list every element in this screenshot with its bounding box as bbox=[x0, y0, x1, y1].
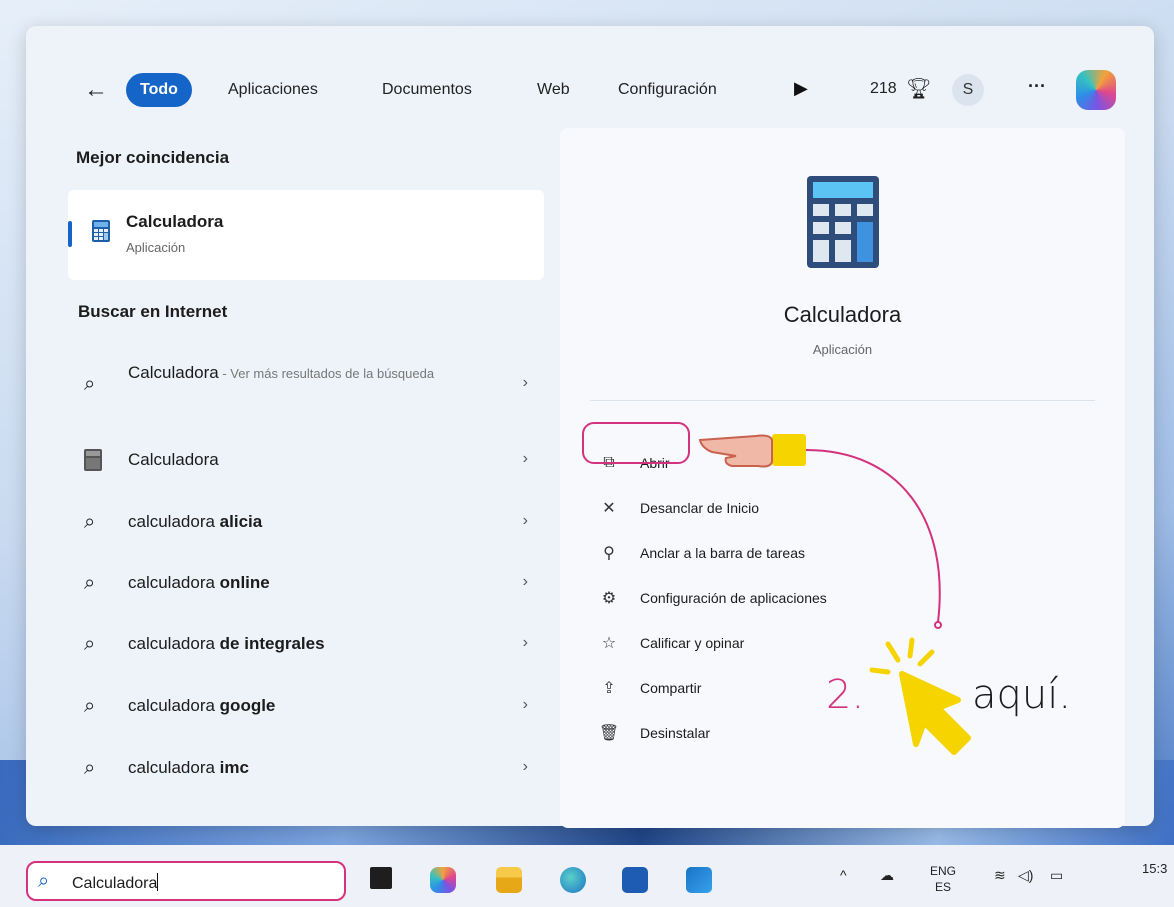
search-value: Calculadora bbox=[72, 875, 158, 892]
file-explorer-icon[interactable] bbox=[496, 867, 522, 893]
step-label: aquí. bbox=[972, 672, 1072, 718]
copilot-taskbar-icon[interactable] bbox=[430, 867, 456, 893]
click-burst-icon bbox=[869, 637, 935, 675]
edge-browser-icon[interactable] bbox=[560, 867, 586, 893]
task-view-icon[interactable] bbox=[370, 867, 392, 889]
language-indicator[interactable]: ENG ES bbox=[930, 863, 956, 895]
volume-icon[interactable]: ◁) bbox=[1018, 867, 1033, 884]
outlook-icon[interactable] bbox=[686, 867, 712, 893]
lang-code: ENG bbox=[930, 864, 957, 878]
annotation-overlay bbox=[698, 434, 971, 755]
pointing-hand-icon bbox=[698, 434, 806, 468]
chevron-up-icon[interactable]: ^ bbox=[840, 867, 847, 883]
annotation-connector bbox=[805, 449, 941, 623]
text-caret bbox=[157, 873, 159, 891]
step-number: 2. bbox=[826, 672, 865, 718]
battery-icon[interactable]: ▭ bbox=[1050, 867, 1063, 884]
onedrive-cloud-icon[interactable]: ☁ bbox=[880, 867, 894, 884]
store-icon[interactable] bbox=[622, 867, 648, 893]
layout-code: ES bbox=[935, 880, 952, 894]
clock[interactable]: 15:3 bbox=[1142, 861, 1167, 876]
wifi-icon[interactable]: ≋ bbox=[994, 867, 1006, 884]
taskbar: ⌕ Calculadora ^ ☁ ENG ES ≋ ◁) ▭ 15:3 bbox=[0, 845, 1174, 907]
taskbar-search-input[interactable]: ⌕ Calculadora bbox=[26, 861, 346, 901]
search-icon: ⌕ bbox=[38, 870, 50, 892]
arrow-cursor-icon bbox=[899, 671, 971, 755]
